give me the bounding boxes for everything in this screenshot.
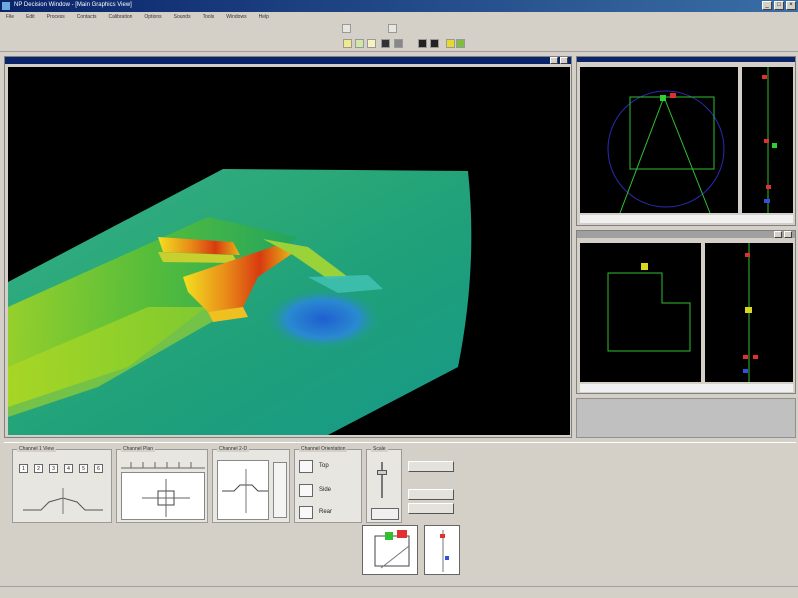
channel-2d-canvas[interactable] [217, 460, 269, 520]
app-icon [2, 2, 10, 10]
channel-1-button-6[interactable]: 6 [94, 464, 103, 473]
orientation-rear-icon[interactable] [299, 506, 313, 519]
scale-group: Scale [366, 446, 402, 523]
menu-process[interactable]: Process [47, 12, 65, 22]
section-view-title [577, 231, 795, 238]
channel-1-view-group: Channel 1 View 1 2 3 4 5 6 [12, 446, 112, 523]
toolbar [0, 22, 798, 52]
toolbar-highlight-button[interactable] [446, 39, 455, 48]
channel-2d-group: Channel 2-D [212, 446, 290, 523]
section-view-close-button[interactable] [784, 231, 792, 238]
channel-plan-info [120, 527, 212, 557]
section-side-canvas[interactable] [705, 243, 793, 382]
toolbar-black-button-2[interactable] [430, 39, 439, 48]
side-view-drawing [762, 67, 777, 213]
menu-help[interactable]: Help [259, 12, 269, 22]
toolbar-light-button[interactable] [367, 39, 376, 48]
action-button-2[interactable] [408, 489, 454, 500]
orientation-top-icon[interactable] [299, 460, 313, 473]
toolbar-yellow-button[interactable] [343, 39, 352, 48]
window-title: NP Decision Window - [Main Graphics View… [14, 2, 132, 8]
orientation-rear-label: Rear [319, 509, 333, 515]
channel-plan-drawing [142, 479, 190, 517]
status-bar [0, 586, 798, 598]
maximize-button[interactable]: □ [774, 1, 784, 10]
channel-plan-title: Channel Plan [121, 446, 156, 452]
main-view-close-button[interactable] [560, 57, 568, 64]
plan-view-canvas[interactable] [580, 67, 738, 214]
section-view-minimize-button[interactable] [774, 231, 782, 238]
toolbar-accept-button[interactable] [456, 39, 465, 48]
title-bar: NP Decision Window - [Main Graphics View… [0, 0, 798, 12]
control-panel: Channel 1 View 1 2 3 4 5 6 Channel Plan [4, 442, 796, 584]
toolbar-settings-button[interactable] [388, 24, 397, 33]
channel-orientation-group: Channel Orientation Top Side Rear [294, 446, 362, 523]
section-view-window [576, 230, 796, 394]
right-empty-area [576, 398, 796, 438]
channel-1-button-4[interactable]: 4 [64, 464, 73, 473]
scale-slider-handle[interactable] [377, 470, 387, 475]
channel-1-button-2[interactable]: 2 [34, 464, 43, 473]
plan-view-drawing [607, 90, 725, 214]
menu-tools[interactable]: Tools [203, 12, 215, 22]
channel-1-diagram [23, 488, 103, 514]
channel-plan-canvas[interactable] [121, 472, 205, 520]
thumbnail-2-drawing [440, 530, 449, 572]
main-view-minimize-button[interactable] [550, 57, 558, 64]
channel-2d-scrollbar[interactable] [273, 462, 287, 518]
menu-windows[interactable]: Windows [226, 12, 246, 22]
orientation-side-label: Side [319, 487, 332, 493]
toolbar-grey-button[interactable] [394, 39, 403, 48]
orientation-side-icon[interactable] [299, 484, 313, 497]
menu-edit[interactable]: Edit [26, 12, 35, 22]
toolbar-dark-button[interactable] [381, 39, 390, 48]
action-button-3[interactable] [408, 503, 454, 514]
channel-orientation-title: Channel Orientation [299, 446, 348, 452]
minimize-button[interactable]: _ [762, 1, 772, 10]
channel-1-button-1[interactable]: 1 [19, 464, 28, 473]
scale-value-box[interactable] [371, 508, 399, 520]
side-view-canvas[interactable] [742, 67, 793, 213]
toolbar-cursor-button[interactable] [342, 24, 351, 33]
action-button-1[interactable] [408, 461, 454, 472]
channel-plan-ruler [121, 462, 205, 469]
channel-2d-drawing [222, 469, 268, 513]
main-3d-view-window [4, 56, 572, 438]
top-view-window [576, 56, 796, 226]
main-3d-canvas[interactable] [8, 67, 570, 435]
orientation-top-label: Top [319, 463, 329, 469]
thumbnail-2[interactable] [424, 525, 460, 575]
section-view-status [580, 384, 793, 392]
top-view-status [580, 215, 793, 223]
channel-1-button-5[interactable]: 5 [79, 464, 88, 473]
channel-1-view-title: Channel 1 View [17, 446, 56, 452]
channel-orientation-info [296, 527, 360, 557]
section-plan-drawing [607, 263, 691, 352]
menu-bar: File Edit Process Contacts Calibration O… [0, 12, 798, 22]
menu-options[interactable]: Options [144, 12, 161, 22]
menu-file[interactable]: File [6, 12, 14, 22]
top-view-title [577, 57, 795, 62]
terrain-surface [8, 169, 472, 435]
thumbnail-1-drawing [374, 530, 410, 569]
channel-1-info [16, 527, 112, 571]
menu-contacts[interactable]: Contacts [77, 12, 97, 22]
thumbnail-1[interactable] [362, 525, 418, 575]
toolbar-black-button-1[interactable] [418, 39, 427, 48]
channel-2d-title: Channel 2-D [217, 446, 250, 452]
channel-2d-info [216, 527, 292, 557]
menu-calibration[interactable]: Calibration [108, 12, 132, 22]
section-plan-canvas[interactable] [580, 243, 701, 382]
channel-plan-group: Channel Plan [116, 446, 208, 523]
main-view-title [5, 57, 571, 64]
scale-slider-track[interactable] [381, 462, 383, 498]
scale-title: Scale [371, 446, 388, 452]
section-side-drawing [743, 243, 758, 382]
close-button[interactable]: × [786, 1, 796, 10]
toolbar-green-button[interactable] [355, 39, 364, 48]
menu-sounds[interactable]: Sounds [174, 12, 191, 22]
channel-1-button-3[interactable]: 3 [49, 464, 58, 473]
